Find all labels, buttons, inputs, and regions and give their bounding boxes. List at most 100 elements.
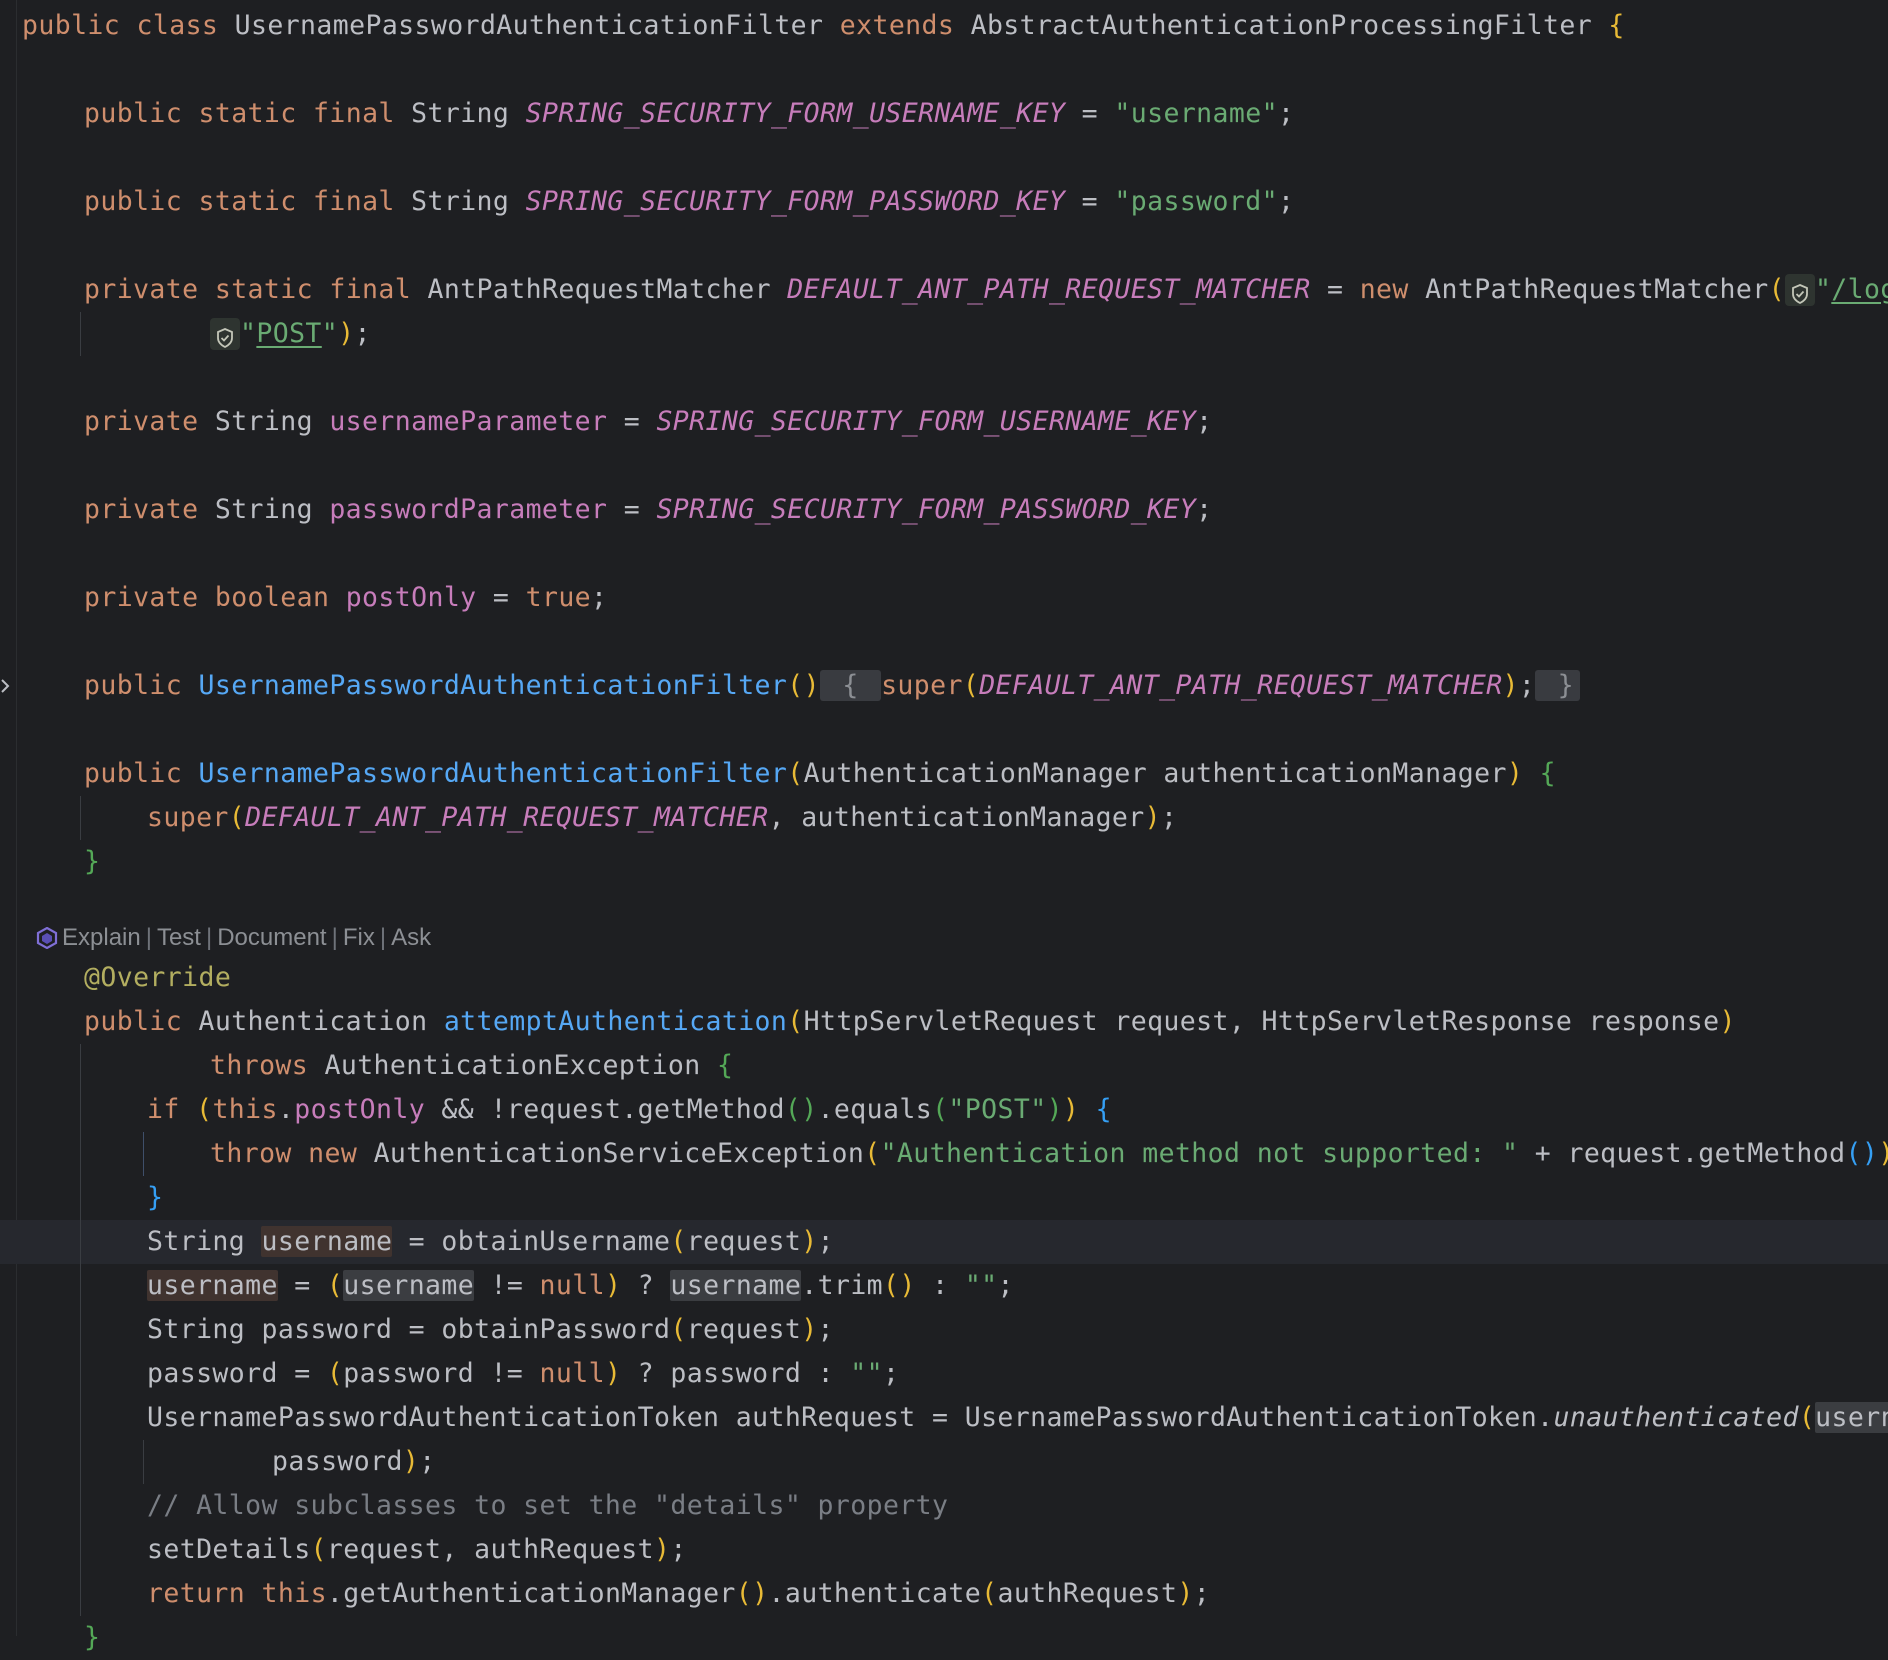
- code-token: .getAuthenticationManager: [326, 1578, 736, 1609]
- code-token: SPRING_SECURITY_FORM_USERNAME_KEY: [525, 98, 1066, 129]
- code-line[interactable]: }: [0, 1616, 1888, 1660]
- code-line[interactable]: }: [0, 840, 1888, 884]
- code-token: null: [539, 1270, 605, 1301]
- code-text: public Authentication attemptAuthenticat…: [84, 1000, 1736, 1044]
- code-line[interactable]: private String passwordParameter = SPRIN…: [0, 488, 1888, 532]
- code-token: UsernamePasswordAuthenticationFilter: [198, 758, 788, 789]
- code-token: + request.getMethod: [1518, 1138, 1846, 1169]
- code-token: null: [539, 1358, 605, 1389]
- code-token: ;: [883, 1358, 900, 1389]
- code-line[interactable]: }: [0, 1176, 1888, 1220]
- code-token: {: [819, 670, 882, 701]
- code-token: private: [84, 494, 199, 525]
- code-line[interactable]: public UsernamePasswordAuthenticationFil…: [0, 664, 1888, 708]
- code-text: "POST");: [210, 312, 371, 356]
- code-token: @Override: [84, 962, 232, 993]
- code-text: public class UsernamePasswordAuthenticat…: [22, 4, 1625, 48]
- code-line[interactable]: return this.getAuthenticationManager().a…: [0, 1572, 1888, 1616]
- code-line[interactable]: "POST");: [0, 312, 1888, 356]
- code-line[interactable]: setDetails(request, authRequest);: [0, 1528, 1888, 1572]
- code-token: request: [686, 1314, 802, 1345]
- code-token: (): [1845, 1138, 1879, 1169]
- code-line[interactable]: public UsernamePasswordAuthenticationFil…: [0, 752, 1888, 796]
- code-line[interactable]: private boolean postOnly = true;: [0, 576, 1888, 620]
- code-token: passwordParameter: [329, 494, 608, 525]
- indent-guide: [80, 1088, 81, 1132]
- ai-ask-link[interactable]: Ask: [391, 924, 431, 951]
- code-token: =: [1065, 186, 1115, 217]
- code-token: String password = obtainPassword: [147, 1314, 671, 1345]
- code-token: static: [214, 274, 313, 305]
- code-text: password = (password != null) ? password…: [147, 1352, 899, 1396]
- ai-fix-link[interactable]: Fix: [343, 924, 375, 951]
- shield-check-icon[interactable]: [1784, 274, 1815, 306]
- code-line[interactable]: private static final AntPathRequestMatch…: [0, 268, 1888, 312]
- code-line[interactable]: password);: [0, 1440, 1888, 1484]
- indent-guide: [143, 1440, 144, 1484]
- code-token: password !=: [343, 1358, 540, 1389]
- code-token: .: [277, 1094, 295, 1125]
- code-token: final: [329, 274, 412, 305]
- code-token: :: [915, 1270, 965, 1301]
- code-token: true: [525, 582, 592, 613]
- code-token: (: [1798, 1402, 1816, 1433]
- shield-check-icon[interactable]: [210, 318, 240, 350]
- code-token: password =: [147, 1358, 327, 1389]
- code-text: private String passwordParameter = SPRIN…: [84, 488, 1213, 532]
- code-token: (): [787, 670, 820, 701]
- indent-guide: [80, 1264, 81, 1308]
- ai-document-link[interactable]: Document: [217, 924, 326, 951]
- code-text: public static final String SPRING_SECURI…: [84, 180, 1294, 224]
- code-token: "": [850, 1358, 883, 1389]
- code-token: "username": [1114, 98, 1278, 129]
- code-token: AntPathRequestMatcher: [411, 274, 788, 305]
- ai-separator: |: [379, 924, 387, 951]
- code-line-current[interactable]: String username = obtainUsername(request…: [0, 1220, 1888, 1264]
- code-line[interactable]: @Override: [0, 956, 1888, 1000]
- ai-explain-link[interactable]: Explain: [62, 924, 141, 951]
- code-token: {: [1608, 10, 1625, 41]
- code-token: SPRING_SECURITY_FORM_USERNAME_KEY: [656, 406, 1197, 437]
- indent-guide: [80, 1352, 81, 1396]
- code-line[interactable]: // Allow subclasses to set the "details"…: [0, 1484, 1888, 1528]
- code-text: throws AuthenticationException {: [210, 1044, 733, 1088]
- code-line[interactable]: private String usernameParameter = SPRIN…: [0, 400, 1888, 444]
- code-token: !=: [474, 1270, 540, 1301]
- code-line[interactable]: public static final String SPRING_SECURI…: [0, 92, 1888, 136]
- code-token: ;: [1161, 802, 1178, 833]
- code-line[interactable]: password = (password != null) ? password…: [0, 1352, 1888, 1396]
- code-token: ): [801, 1226, 818, 1257]
- code-text: public UsernamePasswordAuthenticationFil…: [84, 752, 1556, 796]
- code-line[interactable]: throws AuthenticationException {: [0, 1044, 1888, 1088]
- code-token: password: [272, 1446, 403, 1477]
- code-line[interactable]: throw new AuthenticationServiceException…: [0, 1132, 1888, 1176]
- code-line[interactable]: String password = obtainPassword(request…: [0, 1308, 1888, 1352]
- code-token: if: [147, 1094, 180, 1125]
- code-token: username: [147, 1270, 278, 1301]
- code-line[interactable]: super(DEFAULT_ANT_PATH_REQUEST_MATCHER, …: [0, 796, 1888, 840]
- indent-guide: [80, 1484, 81, 1528]
- code-token: super: [881, 670, 963, 701]
- code-token: new: [308, 1138, 358, 1169]
- code-editor[interactable]: public class UsernamePasswordAuthenticat…: [0, 0, 1888, 1653]
- code-line[interactable]: if (this.postOnly && !request.getMethod(…: [0, 1088, 1888, 1132]
- code-token: ;: [1196, 494, 1213, 525]
- code-token: && !request.getMethod: [425, 1094, 785, 1125]
- code-text: @Override: [84, 956, 231, 1000]
- code-line[interactable]: public static final String SPRING_SECURI…: [0, 180, 1888, 224]
- code-line[interactable]: UsernamePasswordAuthenticationToken auth…: [0, 1396, 1888, 1440]
- code-line[interactable]: public Authentication attemptAuthenticat…: [0, 1000, 1888, 1044]
- code-token: {: [1095, 1094, 1112, 1125]
- code-token: postOnly: [294, 1094, 426, 1125]
- ai-test-link[interactable]: Test: [157, 924, 201, 951]
- code-token: .equals: [817, 1094, 933, 1125]
- code-line[interactable]: public class UsernamePasswordAuthenticat…: [0, 4, 1888, 48]
- code-line[interactable]: username = (username != null) ? username…: [0, 1264, 1888, 1308]
- code-token: public: [84, 1006, 183, 1037]
